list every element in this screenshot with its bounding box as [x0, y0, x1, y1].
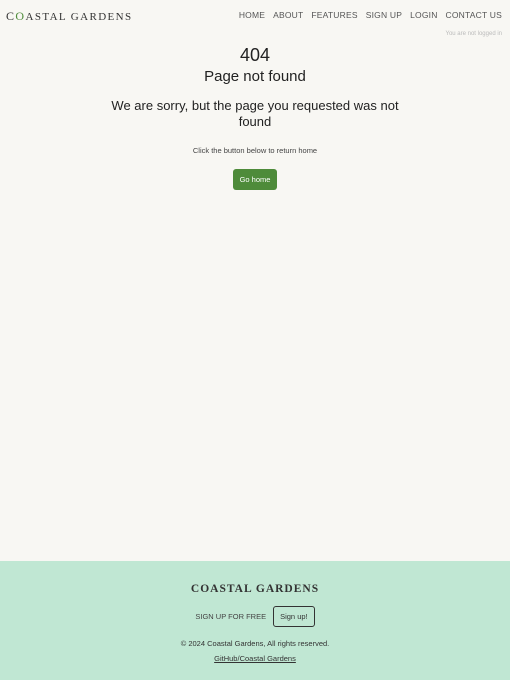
error-code: 404	[239, 45, 271, 65]
footer: COASTAL GARDENS SIGN UP FOR FREE Sign up…	[0, 561, 510, 680]
brand-text: ASTAL GARDENS	[25, 11, 133, 23]
brand-letter-o: O	[15, 9, 26, 23]
nav-features[interactable]: FEATURES	[311, 10, 357, 20]
footer-signup-button[interactable]: Sign up!	[273, 606, 315, 627]
main-nav: HOME ABOUT FEATURES SIGN UP LOGIN CONTAC…	[239, 10, 502, 20]
nav-login[interactable]: LOGIN	[410, 10, 437, 20]
brand-letter-c: C	[6, 9, 16, 23]
footer-copyright: © 2024 Coastal Gardens, All rights reser…	[180, 639, 330, 648]
nav-home[interactable]: HOME	[239, 10, 265, 20]
footer-github-link[interactable]: GitHub/Coastal Gardens	[214, 654, 296, 663]
error-message: We are sorry, but the page you requested…	[111, 98, 399, 129]
footer-brand: COASTAL GARDENS	[190, 583, 320, 595]
footer-signup-text: SIGN UP FOR FREE	[195, 612, 267, 621]
go-home-button[interactable]: Go home	[232, 169, 278, 190]
error-title: Page not found	[204, 68, 306, 85]
return-hint: Click the button below to return home	[192, 146, 318, 155]
nav-about[interactable]: ABOUT	[273, 10, 303, 20]
top-navbar: COASTAL GARDENS HOME ABOUT FEATURES SIGN…	[0, 0, 510, 37]
login-status: You are not logged in	[445, 31, 503, 37]
error-content: 404 Page not found We are sorry, but the…	[0, 44, 510, 190]
nav-sign-up[interactable]: SIGN UP	[366, 10, 402, 20]
nav-contact-us[interactable]: CONTACT US	[446, 10, 502, 20]
footer-signup-row: SIGN UP FOR FREE Sign up!	[0, 606, 510, 627]
brand-logo[interactable]: COASTAL GARDENS	[6, 9, 133, 24]
